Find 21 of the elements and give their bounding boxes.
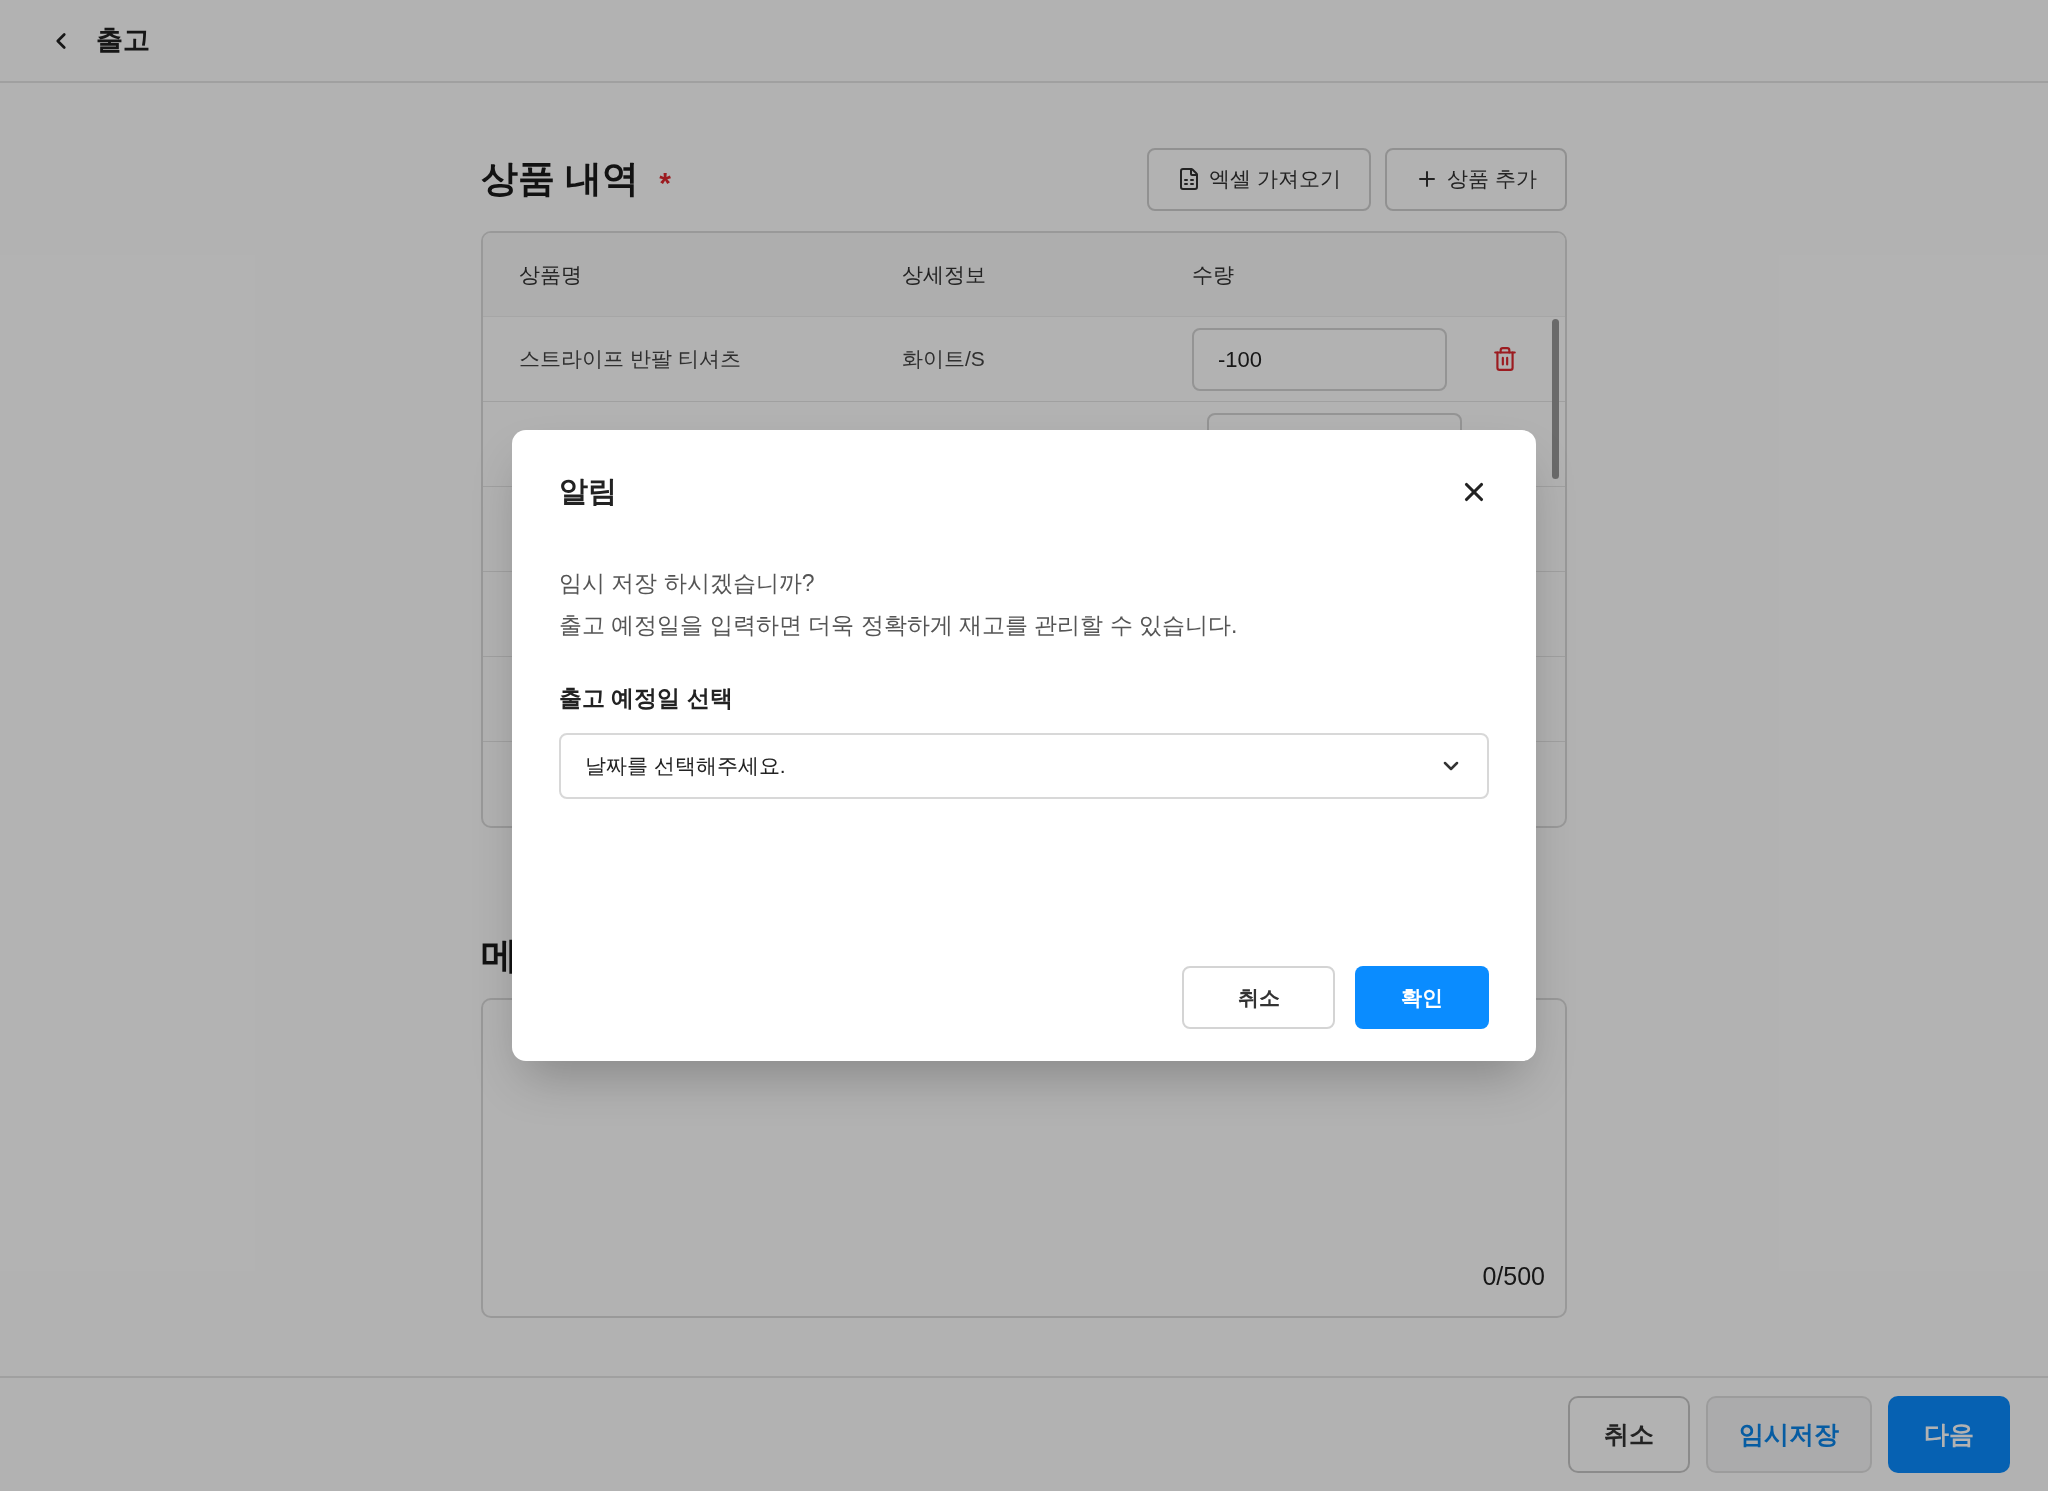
scrollbar[interactable] bbox=[1552, 319, 1559, 479]
required-mark: * bbox=[659, 164, 671, 201]
quantity-input[interactable]: -100 bbox=[1192, 327, 1447, 391]
dialog-message: 임시 저장 하시겠습니까? bbox=[559, 568, 816, 598]
column-header: 상세정보 bbox=[902, 261, 987, 288]
dialog-message: 출고 예정일을 입력하면 더욱 정확하게 재고를 관리할 수 있습니다. bbox=[559, 611, 1239, 640]
cancel-button[interactable]: 취소 bbox=[1182, 966, 1335, 1029]
dialog-title: 알림 bbox=[559, 474, 617, 509]
table-cell-text: 스트라이프 반팔 티셔츠 bbox=[519, 346, 742, 373]
excel-import-button[interactable]: 엑셀 가져오기 bbox=[1147, 147, 1372, 211]
field-label: 출고 예정일 선택 bbox=[559, 683, 734, 713]
add-product-button[interactable]: 상품 추가 bbox=[1385, 147, 1567, 211]
page-title: 출고 bbox=[96, 24, 150, 58]
cancel-button[interactable]: 취소 bbox=[1568, 1396, 1690, 1473]
trash-icon[interactable] bbox=[1492, 346, 1518, 372]
section-title: 상품 내역 bbox=[481, 157, 640, 202]
column-header: 상품명 bbox=[519, 261, 583, 288]
column-header: 수량 bbox=[1192, 261, 1234, 288]
date-select[interactable]: 날짜를 선택해주세요. bbox=[559, 733, 1489, 799]
table-cell-text: 화이트/S bbox=[902, 346, 986, 373]
character-counter: 0/500 bbox=[1482, 1261, 1545, 1292]
